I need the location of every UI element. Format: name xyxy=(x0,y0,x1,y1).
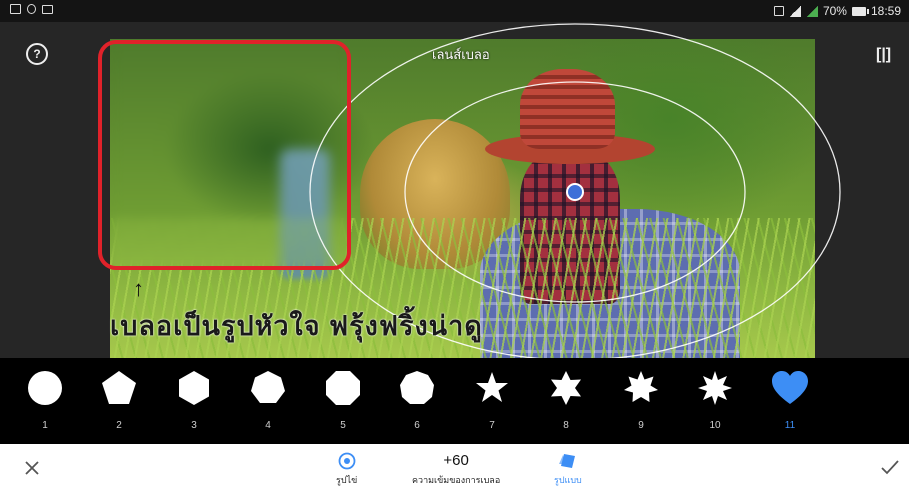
shape-number: 2 xyxy=(116,420,122,431)
shape-option-3[interactable]: 3 xyxy=(174,370,214,431)
elliptical-mode-button[interactable]: รูปไข่ xyxy=(336,452,357,487)
shape-selector: 1 2 3 4 5 6 7 8 9 10 11 xyxy=(0,358,909,444)
lens-blur-label: เลนส์เบลอ xyxy=(432,47,490,62)
up-arrow-icon: ↑ xyxy=(133,276,144,301)
data-signal-icon xyxy=(805,5,818,17)
battery-percent: 70% xyxy=(822,4,847,18)
blur-strength-control[interactable]: +60 ความเข้มของการเบลอ xyxy=(412,452,500,487)
shape-option-2[interactable]: 2 xyxy=(99,370,139,431)
battery-icon xyxy=(851,6,869,16)
heptagon-icon xyxy=(251,371,285,403)
six-point-star-icon xyxy=(551,371,581,405)
shape-option-4[interactable]: 4 xyxy=(248,370,288,431)
pentagon-icon xyxy=(102,371,136,404)
highlight-box xyxy=(98,40,351,270)
shape-option-5[interactable]: 5 xyxy=(323,370,363,431)
gallery-notification-icon xyxy=(10,4,21,14)
shape-number: 8 xyxy=(563,420,569,431)
clock: 18:59 xyxy=(870,4,901,18)
cancel-button[interactable] xyxy=(24,460,40,476)
style-button[interactable]: รูปแบบ xyxy=(554,452,582,487)
bottom-toolbar: รูปไข่ +60 ความเข้มของการเบลอ รูปแบบ xyxy=(0,444,909,496)
target-icon xyxy=(338,452,356,470)
status-bar: 70% 18:59 xyxy=(0,0,909,22)
blur-strength-value: +60 xyxy=(443,452,469,469)
shape-number: 6 xyxy=(414,420,420,431)
signal-icon xyxy=(788,5,801,17)
shape-option-1[interactable]: 1 xyxy=(25,370,65,431)
shape-number: 5 xyxy=(340,420,346,431)
nonagon-icon xyxy=(400,371,434,404)
shape-option-6[interactable]: 6 xyxy=(397,370,437,431)
circle-icon xyxy=(28,371,62,405)
shape-number: 1 xyxy=(42,420,48,431)
style-icon xyxy=(558,454,575,468)
seven-point-star-icon xyxy=(624,371,658,402)
app-notification-icon xyxy=(27,4,36,14)
help-icon[interactable]: ? xyxy=(26,43,48,65)
system-icons: 70% 18:59 xyxy=(773,4,901,18)
elliptical-mode-label: รูปไข่ xyxy=(336,475,358,485)
eight-point-star-icon xyxy=(698,371,732,405)
shape-option-7[interactable]: 7 xyxy=(472,370,512,431)
roaming-icon xyxy=(773,6,784,16)
shape-option-11[interactable]: 11 xyxy=(770,370,810,431)
shape-option-8[interactable]: 8 xyxy=(546,370,586,431)
compare-icon[interactable]: [|] xyxy=(876,46,891,64)
shape-number: 4 xyxy=(265,420,271,431)
shape-number: 9 xyxy=(638,420,644,431)
shape-option-10[interactable]: 10 xyxy=(695,370,735,431)
annotation-caption: เบลอเป็นรูปหัวใจ ฟรุ้งฟริ้งน่าดู xyxy=(110,311,483,341)
five-point-star-icon xyxy=(476,372,508,402)
notification-icons xyxy=(10,4,53,14)
shape-option-9[interactable]: 9 xyxy=(621,370,661,431)
apply-button[interactable] xyxy=(880,458,900,476)
octagon-icon xyxy=(326,371,360,405)
shape-number: 3 xyxy=(191,420,197,431)
heart-icon xyxy=(772,371,808,404)
shape-number: 7 xyxy=(489,420,495,431)
shape-number: 11 xyxy=(784,420,796,431)
shape-number: 10 xyxy=(709,420,721,431)
hexagon-icon xyxy=(179,371,209,405)
style-label: รูปแบบ xyxy=(554,475,582,485)
mail-notification-icon xyxy=(42,4,53,14)
scarecrow-hat xyxy=(520,69,615,149)
blur-strength-label: ความเข้มของการเบลอ xyxy=(412,475,501,485)
